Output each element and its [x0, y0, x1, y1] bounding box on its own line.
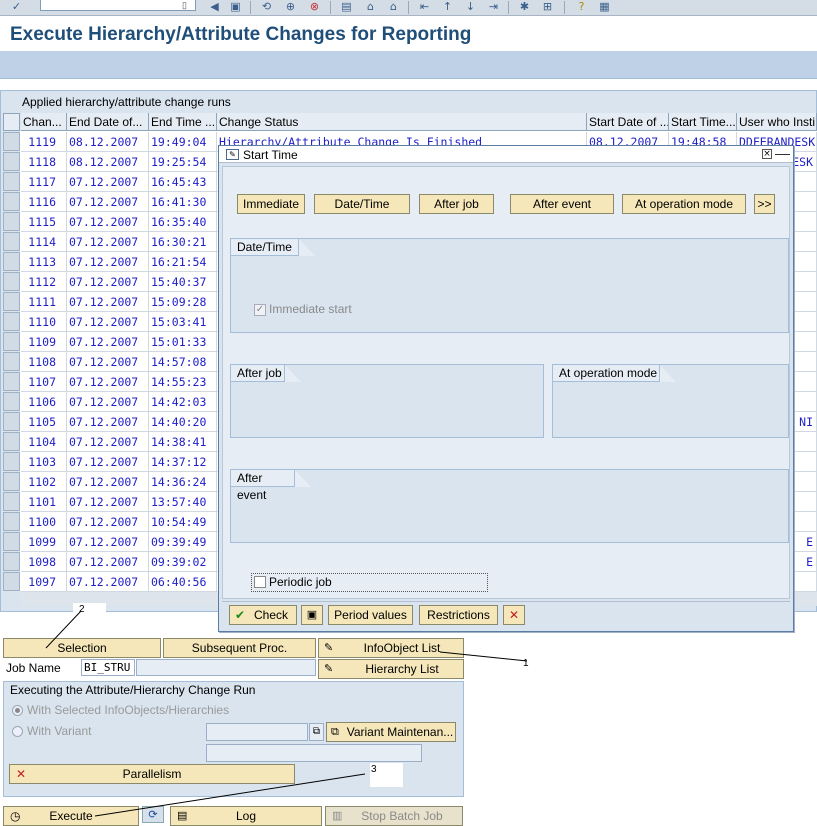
annotation-line-2: [45, 610, 82, 649]
dialog-title: Start Time: [243, 148, 298, 162]
periodic-job-checkbox[interactable]: [254, 576, 266, 588]
group-title-tab: [660, 365, 676, 382]
at-operation-mode-group-title: At operation mode: [553, 365, 660, 382]
annotation-line-3: [94, 773, 366, 817]
after-job-button[interactable]: After job: [419, 194, 494, 214]
check-button[interactable]: ✔ Check: [229, 605, 297, 625]
cancel-icon[interactable]: ✕: [503, 605, 525, 625]
at-operation-mode-button[interactable]: At operation mode: [622, 194, 746, 214]
immediate-button[interactable]: Immediate: [237, 194, 305, 214]
date-time-button[interactable]: Date/Time: [314, 194, 410, 214]
immediate-start-checkbox[interactable]: ✓: [254, 304, 266, 316]
dialog-title-bar[interactable]: [219, 146, 793, 163]
group-title-tab: [295, 470, 311, 487]
date-time-group-title: Date/Time: [231, 239, 299, 256]
after-job-group-title: After job: [231, 365, 285, 382]
dialog-window-icon: ✎: [226, 149, 239, 160]
close-icon[interactable]: ×: [762, 149, 772, 159]
immediate-start-label: Immediate start: [269, 302, 352, 316]
after-event-group: [230, 469, 789, 543]
periodic-job-label: Periodic job: [269, 575, 332, 589]
restrictions-button[interactable]: Restrictions: [419, 605, 498, 625]
group-title-tab: [285, 365, 301, 382]
save-icon[interactable]: ▣: [301, 605, 323, 625]
group-title-tab: [299, 239, 315, 256]
checkmark-icon: ✔: [235, 608, 246, 622]
after-event-group-title: After event: [231, 470, 295, 502]
check-label: Check: [253, 608, 288, 622]
after-event-button[interactable]: After event: [510, 194, 614, 214]
period-values-button[interactable]: Period values: [328, 605, 413, 625]
dialog-title-rule: [775, 154, 790, 155]
more-options-button[interactable]: >>: [754, 194, 775, 214]
annotation-line-1: [439, 651, 528, 662]
